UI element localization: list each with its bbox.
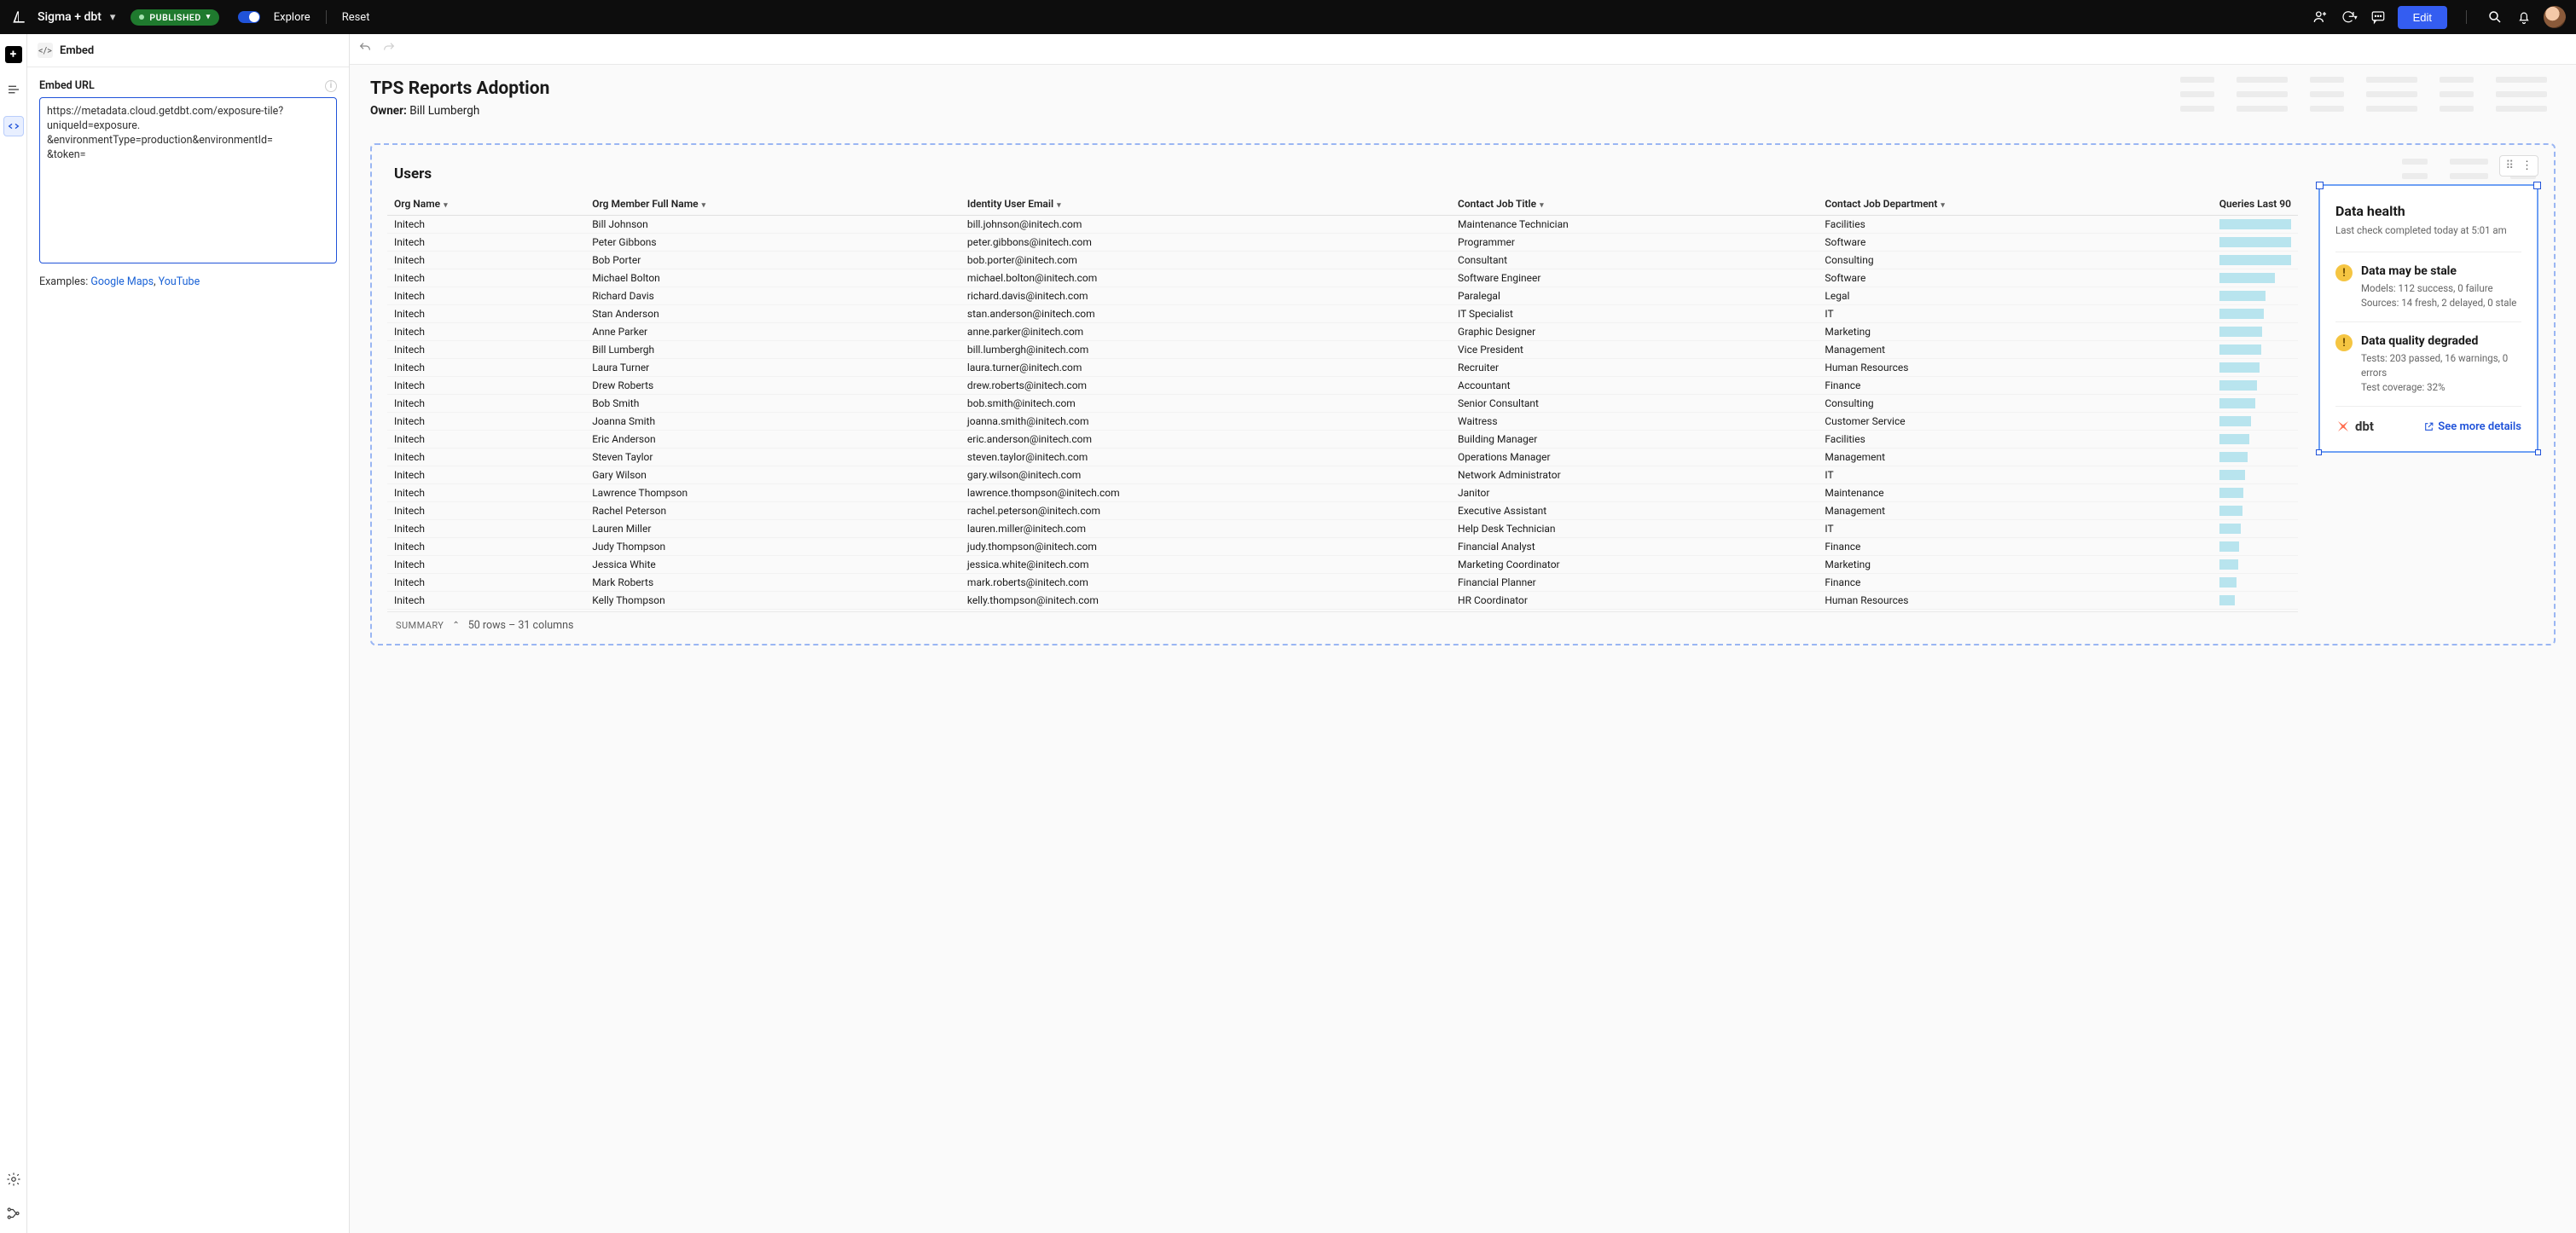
- table-row[interactable]: InitechBill Lumberghbill.lumbergh@initec…: [387, 341, 2298, 359]
- undo-icon[interactable]: [358, 41, 372, 58]
- summary-text: 50 rows – 31 columns: [468, 619, 574, 632]
- divider: [2466, 10, 2467, 24]
- drag-handle-icon[interactable]: ⠿: [2505, 159, 2515, 172]
- column-header[interactable]: Contact Job Department▾: [1818, 193, 2212, 216]
- search-icon[interactable]: [2486, 8, 2504, 26]
- table-row[interactable]: InitechAnne Parkeranne.parker@initech.co…: [387, 323, 2298, 341]
- embed-url-label: Embed URL: [39, 79, 95, 92]
- dbt-mark-icon: [2335, 419, 2351, 434]
- table-row[interactable]: InitechJudy Thompsonjudy.thompson@initec…: [387, 538, 2298, 556]
- avatar[interactable]: [2544, 6, 2566, 28]
- table-row[interactable]: InitechRichard Davisrichard.davis@initec…: [387, 287, 2298, 305]
- column-header[interactable]: Queries Last 90: [2213, 193, 2298, 216]
- add-user-icon[interactable]: [2311, 8, 2329, 26]
- table-row[interactable]: InitechLaura Turnerlaura.turner@initech.…: [387, 359, 2298, 377]
- bell-icon[interactable]: [2515, 8, 2533, 26]
- warning-icon: !: [2335, 264, 2353, 281]
- workbook-title[interactable]: Sigma + dbt: [38, 10, 102, 24]
- mode-label[interactable]: Explore: [274, 11, 310, 24]
- users-table[interactable]: Org Name▾Org Member Full Name▾Identity U…: [387, 193, 2298, 610]
- example-link-maps[interactable]: Google Maps: [90, 275, 154, 288]
- table-row[interactable]: InitechJoanna Smithjoanna.smith@initech.…: [387, 413, 2298, 431]
- column-header[interactable]: Org Member Full Name▾: [585, 193, 960, 216]
- embed-panel: </> Embed Embed URL i Examples: Google M…: [27, 34, 350, 1233]
- comment-icon[interactable]: [2369, 8, 2387, 26]
- quality-title: Data quality degraded: [2361, 334, 2521, 348]
- health-subtitle: Last check completed today at 5:01 am: [2335, 224, 2521, 236]
- dashboard-frame: ⠿ ⋮ Users Org Name▾Org Member Full Name▾…: [370, 143, 2556, 645]
- info-icon[interactable]: i: [325, 80, 337, 92]
- users-table-card: Users Org Name▾Org Member Full Name▾Iden…: [387, 165, 2298, 637]
- chevron-up-icon[interactable]: ⌃: [452, 621, 459, 630]
- table-row[interactable]: InitechBob Porterbob.porter@initech.comC…: [387, 252, 2298, 269]
- publish-status-badge[interactable]: PUBLISHED ▾: [131, 9, 218, 26]
- external-link-icon: [2423, 421, 2434, 432]
- table-row[interactable]: InitechMichael Boltonmichael.bolton@init…: [387, 269, 2298, 287]
- topbar: Sigma + dbt ▾ PUBLISHED ▾ Explore Reset …: [0, 0, 2576, 34]
- table-row[interactable]: InitechEric Andersoneric.anderson@initec…: [387, 431, 2298, 449]
- embed-chip-icon: </>: [38, 43, 53, 58]
- layers-icon[interactable]: [6, 82, 21, 97]
- table-row[interactable]: InitechMark Robertsmark.roberts@initech.…: [387, 574, 2298, 592]
- status-dot-icon: [139, 14, 144, 20]
- table-row[interactable]: InitechLauren Millerlauren.miller@initec…: [387, 520, 2298, 538]
- quality-coverage: Test coverage: 32%: [2361, 380, 2521, 395]
- publish-label: PUBLISHED: [149, 12, 200, 23]
- table-row[interactable]: InitechKelly Thompsonkelly.thompson@init…: [387, 592, 2298, 610]
- table-row[interactable]: InitechBob Smithbob.smith@initech.comSen…: [387, 395, 2298, 413]
- edit-button[interactable]: Edit: [2398, 6, 2447, 29]
- element-handle[interactable]: ⠿ ⋮: [2499, 155, 2538, 177]
- warning-icon: !: [2335, 334, 2353, 351]
- chevron-down-icon[interactable]: ▾: [110, 11, 116, 24]
- stale-sources: Sources: 14 fresh, 2 delayed, 0 stale: [2361, 296, 2516, 310]
- panel-title: Embed: [60, 44, 94, 57]
- table-row[interactable]: InitechJessica Whitejessica.white@initec…: [387, 556, 2298, 574]
- table-summary[interactable]: SUMMARY ⌃ 50 rows – 31 columns: [387, 611, 2298, 637]
- quality-tests: Tests: 203 passed, 16 warnings, 0 errors: [2361, 351, 2521, 379]
- card-title: Users: [387, 165, 2298, 182]
- embed-icon[interactable]: [3, 116, 24, 136]
- data-health-card[interactable]: Data health Last check completed today a…: [2318, 184, 2538, 453]
- chevron-down-icon: ▾: [206, 13, 211, 21]
- refresh-icon[interactable]: ▾: [2340, 8, 2358, 26]
- embed-url-input[interactable]: [39, 97, 337, 263]
- see-more-link[interactable]: See more details: [2423, 420, 2521, 433]
- table-row[interactable]: InitechLawrence Thompsonlawrence.thompso…: [387, 484, 2298, 502]
- table-row[interactable]: InitechGary Wilsongary.wilson@initech.co…: [387, 466, 2298, 484]
- icon-rail: +: [0, 34, 27, 1233]
- add-element-button[interactable]: +: [5, 46, 22, 63]
- column-header[interactable]: Org Name▾: [387, 193, 585, 216]
- explore-toggle[interactable]: [238, 11, 260, 23]
- table-row[interactable]: InitechStan Andersonstan.anderson@initec…: [387, 305, 2298, 323]
- column-header[interactable]: Identity User Email▾: [960, 193, 1451, 216]
- canvas: TPS Reports Adoption Owner: Bill Lumberg…: [350, 34, 2576, 1233]
- table-row[interactable]: InitechBill Johnsonbill.johnson@initech.…: [387, 216, 2298, 234]
- sigma-logo-icon: [10, 9, 27, 26]
- table-row[interactable]: InitechRachel Petersonrachel.peterson@in…: [387, 502, 2298, 520]
- lineage-icon[interactable]: [6, 1206, 21, 1221]
- more-icon[interactable]: ⋮: [2521, 159, 2532, 172]
- skeleton-placeholder: [2180, 77, 2556, 120]
- example-link-youtube[interactable]: YouTube: [159, 275, 200, 288]
- reset-button[interactable]: Reset: [342, 11, 370, 24]
- table-row[interactable]: InitechSteven Taylorsteven.taylor@initec…: [387, 449, 2298, 466]
- health-title: Data health: [2335, 203, 2521, 219]
- examples-line: Examples: Google Maps, YouTube: [39, 275, 337, 288]
- gear-icon[interactable]: [6, 1172, 21, 1187]
- table-row[interactable]: InitechPeter Gibbonspeter.gibbons@initec…: [387, 234, 2298, 252]
- dbt-logo: dbt: [2335, 419, 2374, 434]
- column-header[interactable]: Contact Job Title▾: [1451, 193, 1818, 216]
- table-row[interactable]: InitechDrew Robertsdrew.roberts@initech.…: [387, 377, 2298, 395]
- redo-icon[interactable]: [382, 41, 396, 58]
- stale-models: Models: 112 success, 0 failure: [2361, 281, 2516, 296]
- divider: [326, 10, 327, 24]
- stale-title: Data may be stale: [2361, 264, 2516, 278]
